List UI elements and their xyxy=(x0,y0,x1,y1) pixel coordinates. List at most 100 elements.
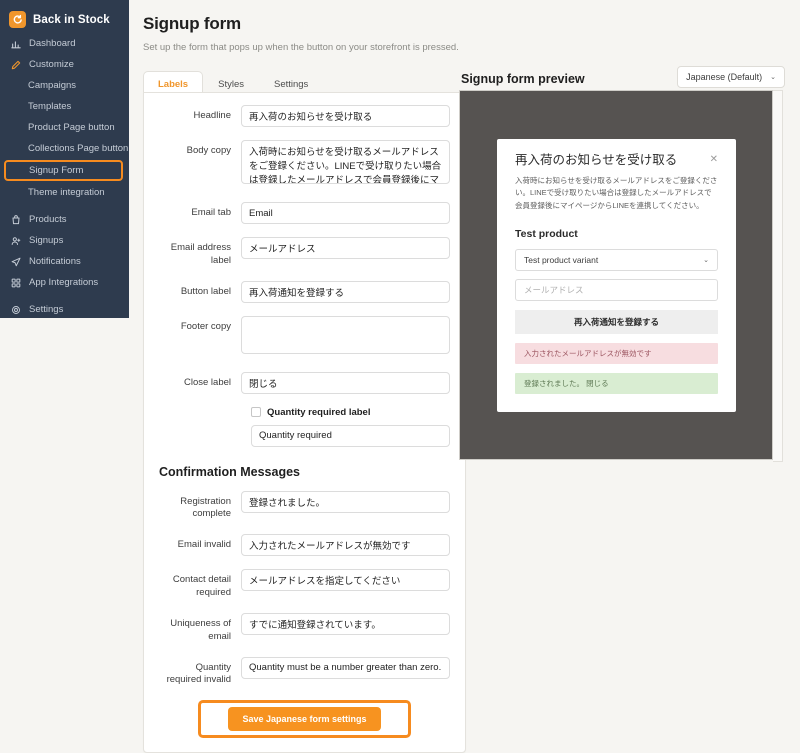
uniqueness-of-email-input[interactable] xyxy=(241,612,450,635)
sidebar: Back in Stock Dashboard Customize Campai… xyxy=(0,0,129,318)
sidebar-item-label: Settings xyxy=(29,304,64,315)
field-label: Quantity required invalid xyxy=(166,661,231,686)
email-address-label-input[interactable] xyxy=(241,237,450,259)
field-label: Email address label xyxy=(170,242,231,266)
brand-name: Back in Stock xyxy=(33,13,110,26)
field-close-label: Close label xyxy=(159,371,450,394)
save-button[interactable]: Save Japanese form settings xyxy=(228,707,381,732)
paper-plane-icon xyxy=(11,257,21,267)
field-email-invalid: Email invalid xyxy=(159,534,450,557)
quantity-required-invalid-input[interactable] xyxy=(241,656,450,679)
sidebar-item-label: Theme integration xyxy=(28,187,105,198)
modal-submit-button[interactable]: 再入荷通知を登録する xyxy=(515,310,718,335)
field-email-tab: Email tab xyxy=(159,202,450,224)
sidebar-item-label: App Integrations xyxy=(29,277,99,288)
preview-title: Signup form preview xyxy=(461,72,585,86)
page-subtitle: Set up the form that pops up when the bu… xyxy=(143,42,459,53)
bag-icon xyxy=(11,214,21,225)
user-plus-icon xyxy=(11,236,21,246)
sidebar-item-app-integrations[interactable]: App Integrations xyxy=(0,272,129,293)
button-label-input[interactable] xyxy=(241,280,450,303)
field-label: Headline xyxy=(193,110,232,121)
preview-pane: 再入荷のお知らせを受け取る ✕ 入荷時にお知らせを受け取るメールアドレスをご登録… xyxy=(459,90,773,460)
sidebar-item-notifications[interactable]: Notifications xyxy=(0,251,129,272)
field-label: Registration complete xyxy=(180,495,231,520)
sidebar-item-label: Signup Form xyxy=(29,165,84,176)
field-label: Footer copy xyxy=(180,320,231,332)
email-invalid-input[interactable] xyxy=(241,534,450,557)
preview-scrollbar[interactable] xyxy=(773,90,783,462)
field-quantity-required-invalid: Quantity required invalid xyxy=(159,656,450,688)
registration-complete-input[interactable] xyxy=(241,490,450,513)
sidebar-item-product-page-button[interactable]: Product Page button xyxy=(0,117,129,138)
sidebar-item-signups[interactable]: Signups xyxy=(0,230,129,251)
modal-variant-value: Test product variant xyxy=(524,255,599,266)
sidebar-item-label: Templates xyxy=(28,101,72,112)
field-label: Uniqueness of email xyxy=(170,617,231,642)
brand[interactable]: Back in Stock xyxy=(0,6,129,33)
headline-input[interactable] xyxy=(241,105,450,127)
modal-success-alert: 登録されました。 閉じる xyxy=(515,373,718,395)
sidebar-item-label: Product Page button xyxy=(28,122,115,133)
language-select-value: Japanese (Default) xyxy=(686,72,763,82)
modal-header: 再入荷のお知らせを受け取る ✕ xyxy=(515,153,718,168)
close-label-input[interactable] xyxy=(241,371,450,394)
close-icon[interactable]: ✕ xyxy=(710,153,718,165)
chevron-down-icon: ⌄ xyxy=(703,257,709,265)
labels-form-card: Headline Body copy 入荷時にお知らせを受け取るメールアドレスを… xyxy=(143,92,466,753)
field-label: Email invalid xyxy=(177,539,231,551)
modal-body-copy: 入荷時にお知らせを受け取るメールアドレスをご登録ください。LINEで受け取りたい… xyxy=(515,176,718,210)
field-contact-detail-required: Contact detail required xyxy=(159,569,450,600)
modal-variant-select[interactable]: Test product variant ⌄ xyxy=(515,249,718,272)
quantity-required-input[interactable] xyxy=(251,424,450,447)
sidebar-item-label: Collections Page button xyxy=(28,143,129,154)
field-body-copy: Body copy 入荷時にお知らせを受け取るメールアドレスをご登録ください。L… xyxy=(159,140,450,189)
modal-error-alert: 入力されたメールアドレスが無効です xyxy=(515,343,718,365)
chevron-down-icon: ⌄ xyxy=(770,74,776,81)
quantity-required-checkbox-label: Quantity required label xyxy=(267,406,371,418)
sidebar-item-settings[interactable]: Settings xyxy=(0,299,129,318)
field-label: Button label xyxy=(180,285,231,297)
sidebar-item-label: Notifications xyxy=(29,256,81,267)
quantity-required-checkbox-row[interactable]: Quantity required label xyxy=(251,407,450,418)
main-content: Signup form Set up the form that pops up… xyxy=(129,0,800,753)
pencil-icon xyxy=(11,60,21,70)
sidebar-item-signup-form[interactable]: Signup Form xyxy=(4,160,123,181)
page-title: Signup form xyxy=(143,14,241,33)
field-label: Email tab xyxy=(191,207,231,218)
confirmation-messages-heading: Confirmation Messages xyxy=(159,464,301,479)
quantity-required-checkbox[interactable] xyxy=(251,407,261,418)
sidebar-item-label: Signups xyxy=(29,235,64,246)
sidebar-item-customize[interactable]: Customize xyxy=(0,54,129,75)
save-button-focus-ring: Save Japanese form settings xyxy=(198,700,411,739)
language-select[interactable]: Japanese (Default) ⌄ xyxy=(677,66,785,88)
grid-icon xyxy=(11,278,21,288)
field-email-address-label: Email address label xyxy=(159,237,450,268)
gear-icon xyxy=(11,305,21,315)
email-tab-input[interactable] xyxy=(241,202,450,224)
sidebar-item-collections-page-button[interactable]: Collections Page button xyxy=(0,138,129,159)
quantity-required-group: Quantity required label xyxy=(251,407,450,447)
footer-copy-textarea[interactable] xyxy=(241,315,450,354)
sidebar-item-products[interactable]: Products xyxy=(0,209,129,230)
circle-arrow-logo-icon xyxy=(9,11,26,28)
field-registration-complete: Registration complete xyxy=(159,490,450,522)
sidebar-item-label: Dashboard xyxy=(29,38,76,49)
field-label: Close label xyxy=(184,376,231,388)
sidebar-item-campaigns[interactable]: Campaigns xyxy=(0,75,129,96)
signup-modal-preview: 再入荷のお知らせを受け取る ✕ 入荷時にお知らせを受け取るメールアドレスをご登録… xyxy=(497,139,736,413)
sidebar-item-templates[interactable]: Templates xyxy=(0,96,129,117)
sidebar-item-dashboard[interactable]: Dashboard xyxy=(0,33,129,54)
save-row: Save Japanese form settings xyxy=(159,700,450,739)
modal-title: 再入荷のお知らせを受け取る xyxy=(515,153,678,167)
body-copy-textarea[interactable]: 入荷時にお知らせを受け取るメールアドレスをご登録ください。LINEで受け取りたい… xyxy=(241,140,450,184)
sidebar-item-theme-integration[interactable]: Theme integration xyxy=(0,182,129,203)
field-label: Contact detail required xyxy=(172,574,231,599)
field-footer-copy: Footer copy xyxy=(159,315,450,359)
sidebar-item-label: Customize xyxy=(29,59,74,70)
bar-chart-icon xyxy=(11,39,21,49)
modal-email-input[interactable]: メールアドレス xyxy=(515,279,718,302)
field-button-label: Button label xyxy=(159,280,450,303)
contact-detail-required-input[interactable] xyxy=(241,569,450,592)
field-uniqueness-of-email: Uniqueness of email xyxy=(159,612,450,644)
